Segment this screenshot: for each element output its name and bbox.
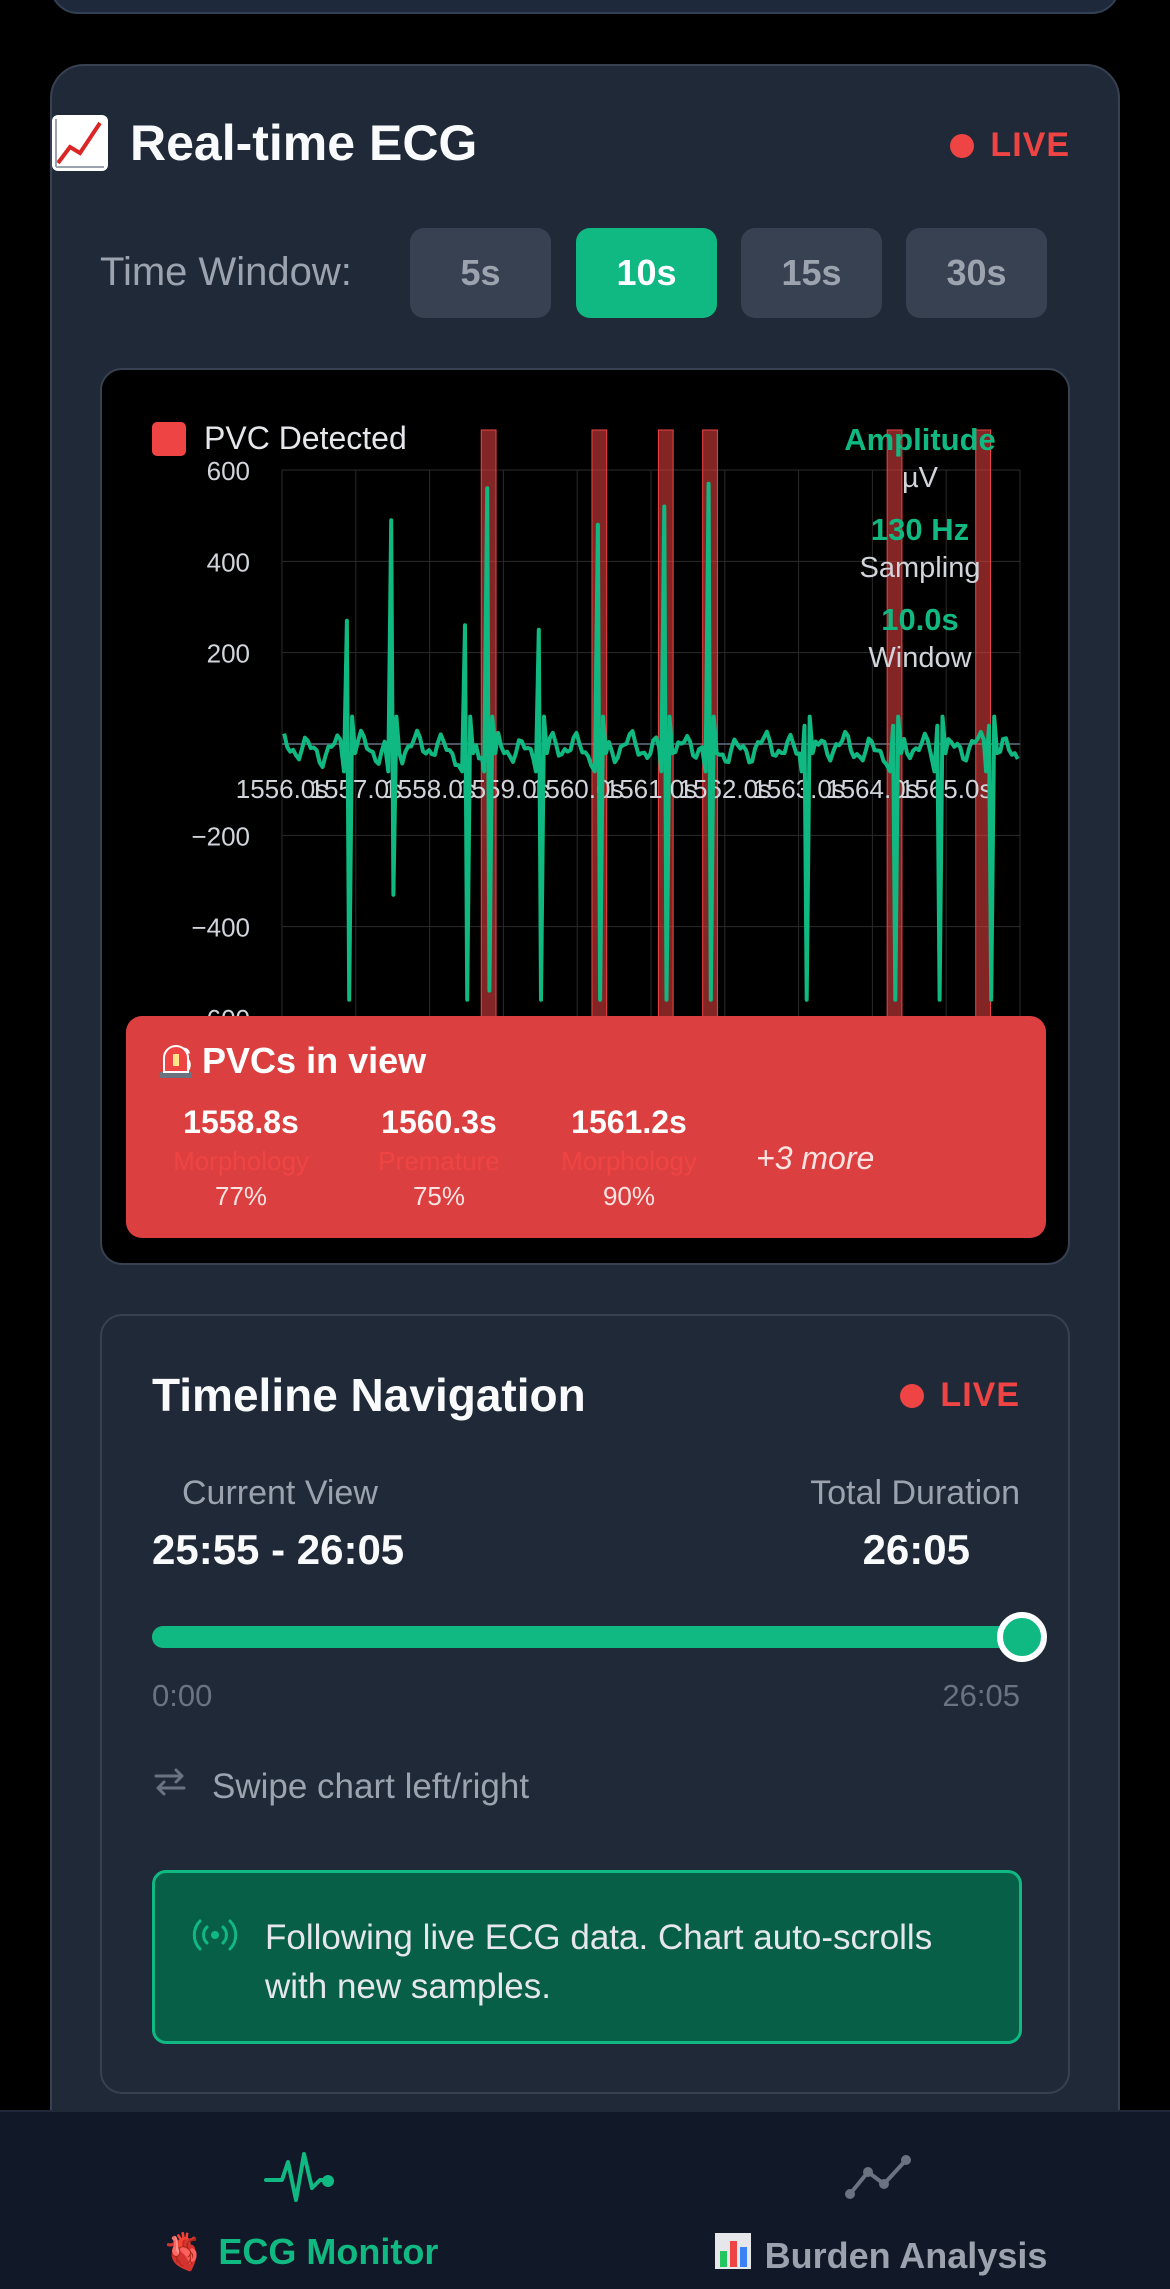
- y-tick-label: 400: [207, 547, 250, 577]
- trend-line-icon: [844, 2148, 916, 2213]
- pvc-event-item[interactable]: 1558.8s Morphology 77%: [156, 1102, 326, 1212]
- total-duration-label: Total Duration: [810, 1474, 1020, 1512]
- pvc-event-time: 1558.8s: [183, 1104, 299, 1140]
- pvc-event-item[interactable]: 1561.2s Morphology 90%: [544, 1102, 714, 1212]
- timeline-slider-thumb[interactable]: [997, 1612, 1047, 1662]
- timeline-slider[interactable]: [152, 1612, 1047, 1662]
- slider-min-label: 0:00: [152, 1678, 213, 1713]
- anatomical-heart-icon: 🫀: [161, 2231, 207, 2272]
- pvc-event-confidence: 77%: [214, 1181, 268, 1211]
- timeline-slider-fill: [152, 1626, 1022, 1648]
- live-indicator: LIVE: [950, 126, 1070, 165]
- timeline-title: Timeline Navigation: [152, 1369, 586, 1421]
- pvc-event-type: Morphology: [173, 1146, 309, 1176]
- live-dot-icon: [900, 1383, 925, 1408]
- ecg-card-header: Real-time ECG LIVE: [52, 114, 1070, 178]
- nav-label-text: ECG Monitor: [218, 2231, 439, 2272]
- pvc-event-confidence: 90%: [602, 1181, 656, 1211]
- sampling-rate-value: 130 Hz: [870, 512, 970, 547]
- bottom-navigation: 🫀 ECG Monitor Burden Analysis: [0, 2110, 1170, 2289]
- pvc-event-time: 1560.3s: [381, 1104, 497, 1140]
- ecg-chart[interactable]: 600400200−200−400−6001556.0s1557.0s1558.…: [100, 368, 1070, 1265]
- pvc-event-type: Morphology: [561, 1146, 697, 1176]
- swipe-hint: Swipe chart left/right: [152, 1764, 529, 1809]
- nav-label: 🫀 ECG Monitor: [162, 2231, 439, 2273]
- y-tick-label: 600: [207, 456, 250, 486]
- nav-tab-burden-analysis[interactable]: Burden Analysis: [700, 2112, 1060, 2289]
- bar-chart-icon: [713, 2231, 753, 2280]
- time-window-5s-button[interactable]: 5s: [410, 228, 551, 318]
- y-tick-label: −400: [191, 913, 250, 943]
- broadcast-icon: [189, 1915, 241, 1960]
- heartbeat-icon: [264, 2148, 336, 2213]
- x-tick-label: 1565.0s: [900, 774, 993, 804]
- previous-card-edge: [50, 0, 1120, 14]
- window-label: Window: [868, 642, 972, 674]
- pvc-event-confidence: 75%: [412, 1181, 466, 1211]
- pvc-count-text: 6 PVCs in view: [172, 1040, 427, 1081]
- pvc-summary-title: 6 PVCs in view: [156, 1040, 426, 1082]
- nav-label-text: Burden Analysis: [764, 2234, 1048, 2276]
- total-duration-value: 26:05: [862, 1526, 970, 1573]
- time-window-label: Time Window:: [100, 250, 352, 294]
- nav-label: Burden Analysis: [713, 2231, 1048, 2280]
- amplitude-label: Amplitude: [844, 422, 996, 457]
- timeline-navigation-card: Timeline Navigation LIVE Current View 25…: [100, 1314, 1070, 2094]
- pvc-event-type: Premature: [378, 1146, 500, 1176]
- swap-arrows-icon: [152, 1764, 188, 1809]
- timeline-live-label: LIVE: [940, 1376, 1020, 1414]
- live-follow-text: Following live ECG data. Chart auto-scro…: [265, 1918, 933, 2006]
- time-window-15s-button[interactable]: 15s: [741, 228, 882, 318]
- live-follow-banner: Following live ECG data. Chart auto-scro…: [152, 1870, 1022, 2044]
- timeline-live-indicator: LIVE: [900, 1376, 1020, 1415]
- ecg-title-text: Real-time ECG: [130, 115, 478, 171]
- current-view-value: 25:55 - 26:05: [152, 1526, 405, 1573]
- sampling-rate-label: Sampling: [859, 552, 981, 584]
- live-dot-icon: [950, 133, 975, 158]
- page-title: Real-time ECG: [52, 114, 477, 172]
- amplitude-unit: µV: [901, 462, 939, 494]
- legend-label: PVC Detected: [204, 420, 407, 456]
- y-tick-label: 200: [207, 639, 250, 669]
- pvc-more-link[interactable]: +3 more: [756, 1140, 874, 1177]
- current-view-label: Current View: [182, 1474, 378, 1512]
- pvc-event-time: 1561.2s: [571, 1104, 687, 1140]
- chart-legend: PVC Detected: [152, 420, 407, 457]
- window-value: 10.0s: [881, 602, 959, 637]
- pvc-summary-panel: 6 PVCs in view 1558.8s Morphology 77% 15…: [126, 1016, 1046, 1238]
- chart-increasing-icon: [52, 115, 108, 171]
- time-window-10s-button[interactable]: 10s: [576, 228, 717, 318]
- y-tick-label: −200: [191, 821, 250, 851]
- pvc-legend-swatch: [152, 421, 186, 456]
- time-window-selector: Time Window: 5s 10s 15s 30s: [100, 228, 1070, 318]
- time-window-30s-button[interactable]: 30s: [906, 228, 1047, 318]
- chart-info-panel: Amplitude µV 130 Hz Sampling 10.0s Windo…: [820, 420, 1020, 690]
- swipe-hint-text: Swipe chart left/right: [212, 1766, 530, 1806]
- live-label: LIVE: [990, 126, 1070, 164]
- nav-tab-ecg-monitor[interactable]: 🫀 ECG Monitor: [150, 2112, 450, 2289]
- pvc-event-item[interactable]: 1560.3s Premature 75%: [354, 1102, 524, 1212]
- slider-max-label: 26:05: [942, 1678, 1020, 1713]
